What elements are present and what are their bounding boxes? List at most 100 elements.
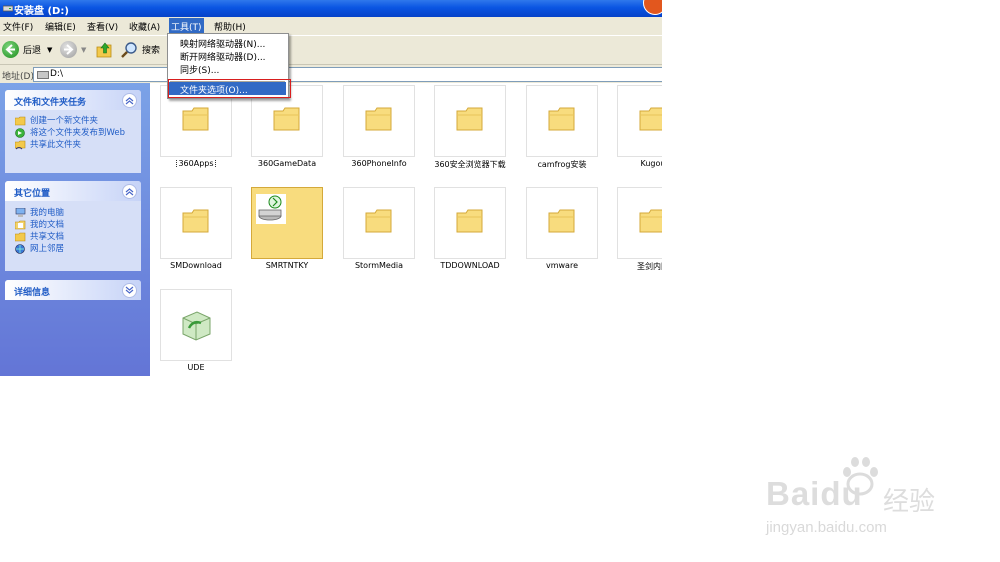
place-my-documents[interactable]: 我的文档 [5,220,141,230]
folder-label: TDDOWNLOAD [440,261,500,270]
watermark-product: 经验 [883,487,936,517]
address-value: D:\ [50,69,63,79]
menu-file[interactable]: 文件(F) [3,20,33,33]
file-tasks-header[interactable]: 文件和文件夹任务 [5,90,141,110]
folder-thumbnail [343,85,415,157]
details-panel: 详细信息 [5,280,141,300]
folder-icon [639,209,662,233]
folder-label: Kugou [640,159,662,168]
folder-icon [548,107,575,131]
folder-label: 圣剑内网 [637,262,662,271]
folder-label: 360安全浏览器下载 [434,160,506,169]
shared-folder-icon [15,232,26,242]
task-new-folder[interactable]: 创建一个新文件夹 [5,116,141,126]
folder-icon [548,209,575,233]
folder-thumbnail [434,85,506,157]
folder-label: SMDownload [170,261,222,270]
watermark: Baidu 经验 jingyan.baidu.com [766,455,986,545]
folder-label: SMRTNTKY [265,261,309,270]
folder-thumbnail [160,187,232,259]
folder-label: camfrog安装 [537,160,587,169]
collapse-icon[interactable] [122,184,137,199]
search-icon [121,42,137,58]
documents-icon [15,220,26,230]
address-label: 地址(D) [2,72,34,82]
explorer-window: 安装盘 (D:) 文件(F) 编辑(E) 查看(V) 收藏(A) 工具(T) 帮… [0,0,662,376]
menu-bar: 文件(F) 编辑(E) 查看(V) 收藏(A) 工具(T) 帮助(H) [0,17,662,35]
task-pane: 文件和文件夹任务 创建一个新文件夹 将这个文件夹发布到Web 共享此文件夹 其它… [0,83,150,376]
back-arrow-icon [2,41,19,58]
folder-label: 360Apps [176,159,216,168]
panel-title: 详细信息 [14,288,51,298]
menu-sync[interactable]: 同步(S)... [180,63,219,76]
back-dropdown-icon[interactable]: ▼ [47,46,52,54]
collapse-icon[interactable] [122,93,137,108]
forward-dropdown-icon[interactable]: ▼ [81,46,86,54]
folder-thumbnail [160,289,232,361]
folder-icon [365,107,392,131]
computer-icon [15,208,26,217]
folder-thumbnail [526,187,598,259]
drive-icon [3,5,13,12]
place-label: 网上邻居 [30,244,65,254]
menu-view[interactable]: 查看(V) [87,20,118,33]
folder-label: vmware [545,261,578,270]
title-bar: 安装盘 (D:) [0,0,662,17]
drive-icon [37,71,49,79]
place-label: 我的电脑 [30,208,65,218]
menu-map-drive[interactable]: 映射网络驱动器(N)... [180,37,265,50]
folder-icon [182,107,209,131]
panel-title: 其它位置 [14,189,51,199]
folder-icon [182,209,209,233]
folder-icon [639,107,662,131]
toolbar: 后退 ▼ ▼ 搜索 [0,35,662,64]
folder-thumbnail [434,187,506,259]
place-label: 我的文档 [30,220,65,230]
shared-drive-icon [256,194,286,224]
forward-button[interactable]: ▼ [60,41,86,58]
menu-disconnect-drive[interactable]: 断开网络驱动器(D)... [180,50,266,63]
file-tasks-panel: 文件和文件夹任务 创建一个新文件夹 将这个文件夹发布到Web 共享此文件夹 [5,90,141,173]
folder-up-icon [96,42,112,58]
place-network[interactable]: 网上邻居 [5,244,141,254]
task-label: 创建一个新文件夹 [30,116,99,126]
address-bar: 地址(D) D:\ [0,64,662,83]
menu-favorites[interactable]: 收藏(A) [129,20,160,33]
back-button[interactable]: 后退 ▼ [2,41,52,58]
details-header[interactable]: 详细信息 [5,280,141,300]
folder-label: StormMedia [354,261,404,270]
close-button[interactable] [643,0,662,15]
folder-thumbnail [251,187,323,259]
folder-icon [365,209,392,233]
watermark-brand: Baidu [766,475,863,512]
place-shared-documents[interactable]: 共享文档 [5,232,141,242]
highlight-annotation [168,79,291,98]
folder-thumbnail [617,85,662,157]
forward-arrow-icon [60,41,77,58]
menu-edit[interactable]: 编辑(E) [45,20,76,33]
expand-icon[interactable] [122,283,137,298]
up-button[interactable] [96,41,114,58]
recycle-folder-icon [182,311,211,341]
folder-thumbnail [617,187,662,259]
globe-icon [15,128,25,138]
task-share-folder[interactable]: 共享此文件夹 [5,140,141,150]
folder-label: UDE [187,363,205,372]
menu-help[interactable]: 帮助(H) [214,20,246,33]
folder-thumbnail [526,85,598,157]
panel-title: 文件和文件夹任务 [14,98,87,108]
folder-icon [456,107,483,131]
folder-thumbnail [343,187,415,259]
task-publish-web[interactable]: 将这个文件夹发布到Web [5,128,141,138]
search-label: 搜索 [142,46,161,56]
address-input[interactable]: D:\ [33,67,662,82]
back-label: 后退 [23,46,42,56]
search-button[interactable]: 搜索 [121,41,160,58]
place-my-computer[interactable]: 我的电脑 [5,208,141,218]
watermark-url: jingyan.baidu.com [766,519,887,536]
folder-view: 360Apps 360GameData 360PhoneInfo 360安全浏览… [150,83,662,376]
place-label: 共享文档 [30,232,65,242]
new-folder-icon [15,116,26,126]
other-places-header[interactable]: 其它位置 [5,181,141,201]
folder-label: 360PhoneInfo [351,159,407,168]
